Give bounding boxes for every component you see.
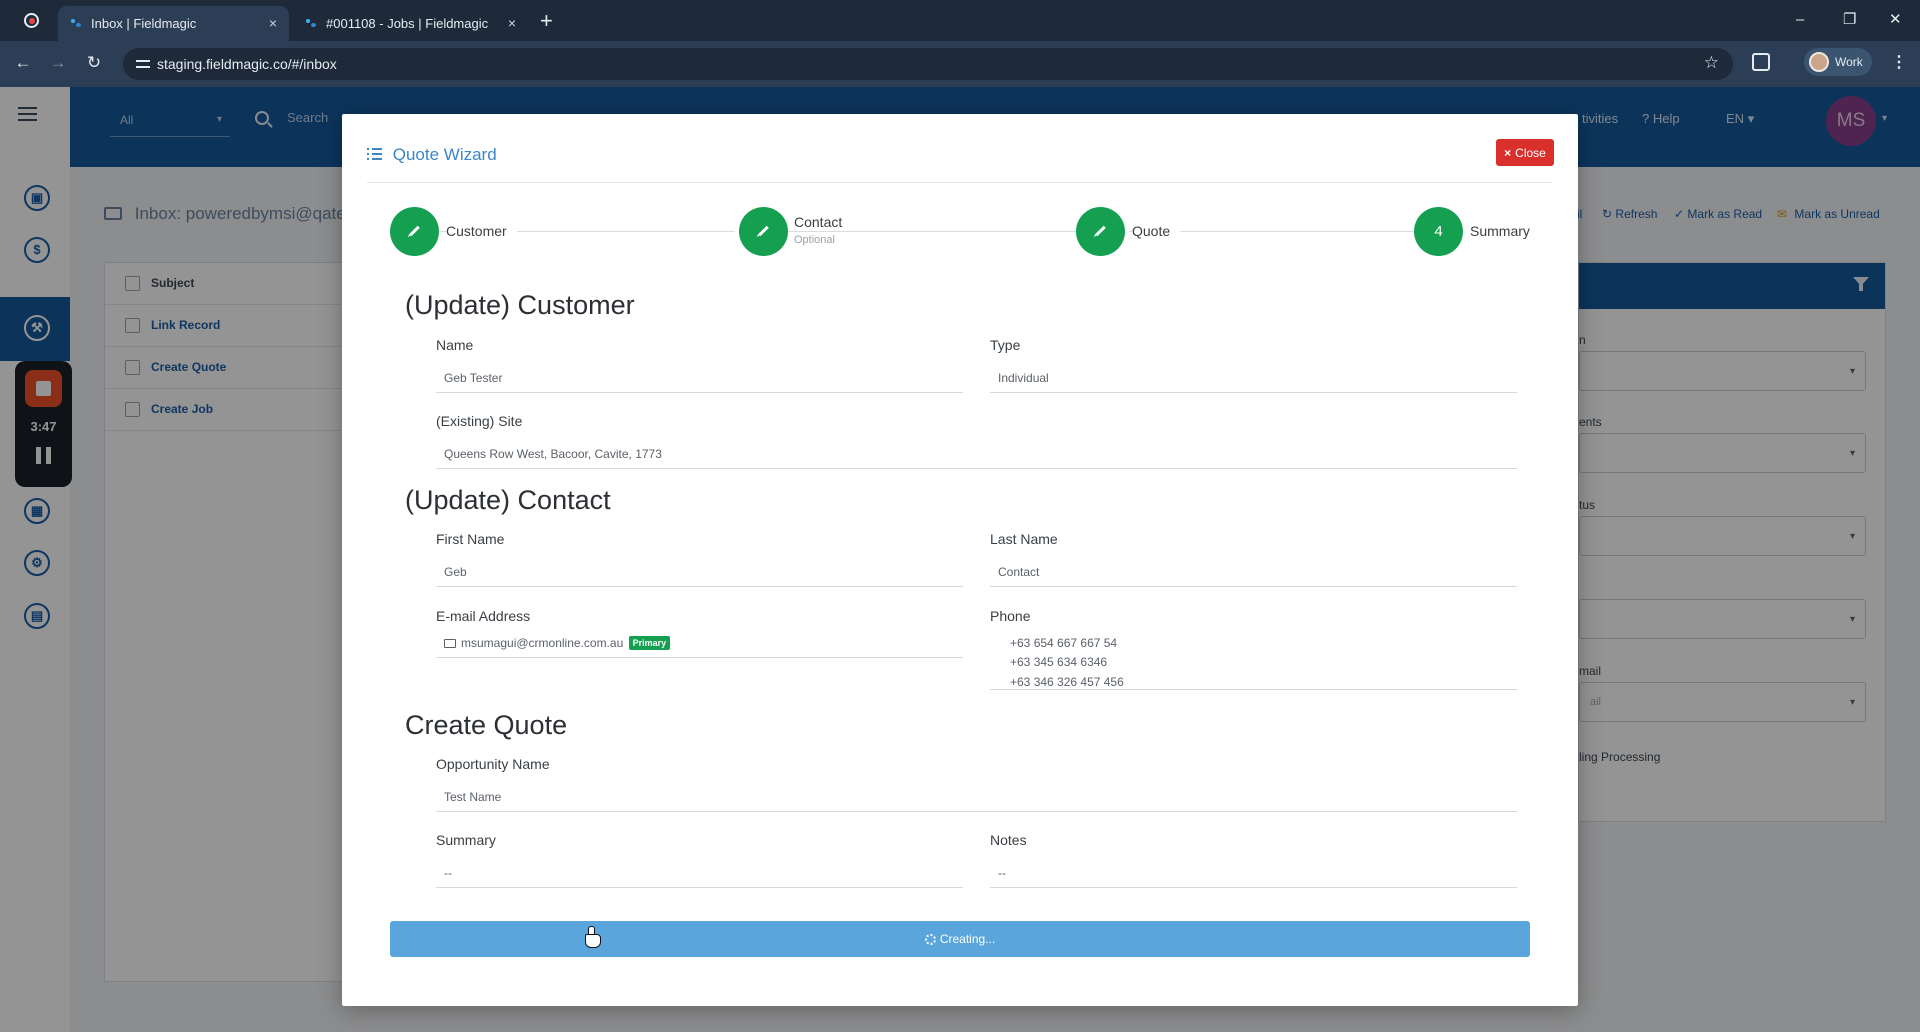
fieldmagic-favicon-icon xyxy=(71,19,81,27)
envelope-icon xyxy=(444,639,456,648)
pencil-icon xyxy=(1095,225,1106,237)
email-label: E-mail Address xyxy=(436,608,531,624)
extensions-puzzle-icon[interactable] xyxy=(1752,53,1770,71)
notes-label: Notes xyxy=(990,832,1027,848)
name-label: Name xyxy=(436,337,474,353)
step-quote-done[interactable] xyxy=(1076,207,1125,256)
create-quote-submit-button[interactable]: Creating... xyxy=(390,921,1530,957)
phone-label: Phone xyxy=(990,608,1031,624)
customer-site-field[interactable]: Queens Row West, Bacoor, Cavite, 1773 xyxy=(436,439,1517,469)
browser-tab-inbox[interactable]: Inbox | Fieldmagic × xyxy=(58,6,289,41)
step-summary-current[interactable]: 4 xyxy=(1414,207,1463,256)
spinner-icon xyxy=(924,934,936,945)
step-label-customer: Customer xyxy=(446,223,517,239)
last-name-field[interactable]: Contact xyxy=(990,557,1517,587)
list-icon xyxy=(367,148,382,160)
customer-type-field[interactable]: Individual xyxy=(990,363,1517,393)
email-field[interactable]: msumagui@crmonline.com.au Primary xyxy=(436,628,963,658)
opportunity-name-field[interactable]: Test Name xyxy=(436,782,1517,812)
tab-title: Inbox | Fieldmagic xyxy=(91,16,197,31)
email-value: msumagui@crmonline.com.au xyxy=(461,636,624,650)
step-sublabel-optional: Optional xyxy=(794,234,835,246)
primary-badge: Primary xyxy=(628,636,671,650)
last-name-label: Last Name xyxy=(990,531,1058,547)
notes-field[interactable]: -- xyxy=(990,858,1517,888)
divider xyxy=(367,182,1552,183)
summary-label: Summary xyxy=(436,832,496,848)
site-settings-icon[interactable] xyxy=(135,56,151,72)
profile-label: Work xyxy=(1835,55,1863,69)
opportunity-name-label: Opportunity Name xyxy=(436,756,550,772)
phone-number: +63 654 667 667 54 xyxy=(1010,636,1118,650)
back-arrow-icon[interactable]: ← xyxy=(12,52,34,74)
address-bar[interactable]: staging.fieldmagic.co/#/inbox ☆ xyxy=(123,48,1733,80)
summary-field[interactable]: -- xyxy=(436,858,963,888)
pencil-icon xyxy=(409,225,420,237)
minimize-icon[interactable]: – xyxy=(1796,8,1804,32)
step-label-quote: Quote xyxy=(1132,223,1181,239)
tab-close-icon[interactable]: × xyxy=(508,6,516,41)
hand-cursor-icon xyxy=(585,926,601,948)
bookmark-star-icon[interactable]: ☆ xyxy=(1704,53,1719,73)
phone-number: +63 346 326 457 456 xyxy=(1010,675,1124,689)
browser-tab-jobs[interactable]: #001108 - Jobs | Fieldmagic × xyxy=(293,6,528,41)
restore-icon[interactable]: ❐ xyxy=(1843,8,1856,32)
first-name-label: First Name xyxy=(436,531,505,547)
fieldmagic-favicon-icon xyxy=(306,19,316,27)
step-label-contact: Contact xyxy=(794,214,853,230)
type-label: Type xyxy=(990,337,1021,353)
close-label: Close xyxy=(1515,145,1546,160)
new-tab-plus-icon[interactable]: + xyxy=(540,7,553,35)
modal-title: Quote Wizard xyxy=(367,145,497,165)
forward-arrow-icon[interactable]: → xyxy=(47,52,69,74)
step-connector xyxy=(788,231,1076,232)
tab-title: #001108 - Jobs | Fieldmagic xyxy=(326,16,489,31)
profile-avatar xyxy=(1809,52,1829,72)
close-icon: × xyxy=(1504,145,1512,160)
phone-number: +63 345 634 6346 xyxy=(1010,655,1108,669)
quote-section-heading: Create Quote xyxy=(405,710,568,740)
browser-toolbar: ← → ↻ staging.fieldmagic.co/#/inbox ☆ Wo… xyxy=(0,41,1920,87)
customer-section-heading: (Update) Customer xyxy=(405,290,635,320)
profile-button[interactable]: Work xyxy=(1804,48,1872,76)
modal-title-text: Quote Wizard xyxy=(392,145,497,164)
first-name-field[interactable]: Geb xyxy=(436,557,963,587)
site-label: (Existing) Site xyxy=(436,413,523,429)
contact-section-heading: (Update) Contact xyxy=(405,485,611,515)
quote-wizard-modal: Quote Wizard × Close Customer Contact Opt… xyxy=(342,114,1578,1006)
browser-tab-strip: Inbox | Fieldmagic × #001108 - Jobs | Fi… xyxy=(0,0,1920,41)
close-window-icon[interactable]: ✕ xyxy=(1889,8,1902,32)
reload-icon[interactable]: ↻ xyxy=(83,52,105,74)
tab-close-icon[interactable]: × xyxy=(269,6,277,41)
browser-menu-icon[interactable]: ⋮ xyxy=(1891,52,1907,72)
recording-indicator-icon xyxy=(24,13,39,28)
submit-label: Creating... xyxy=(939,932,996,946)
phone-list[interactable]: +63 654 667 667 54 +63 345 634 6346 +63 … xyxy=(990,634,1517,690)
close-button[interactable]: × Close xyxy=(1496,139,1554,166)
step-contact-done[interactable] xyxy=(739,207,788,256)
step-customer-done[interactable] xyxy=(390,207,439,256)
pencil-icon xyxy=(758,225,769,237)
step-label-summary: Summary xyxy=(1470,223,1540,239)
url-text[interactable]: staging.fieldmagic.co/#/inbox xyxy=(157,48,337,80)
customer-name-field[interactable]: Geb Tester xyxy=(436,363,963,393)
